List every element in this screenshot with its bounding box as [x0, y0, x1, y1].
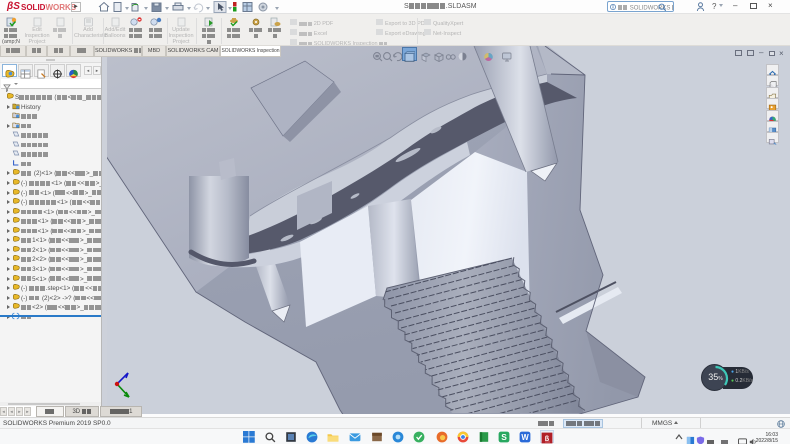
- svg-text:S: S: [501, 432, 507, 442]
- svg-text:W: W: [521, 433, 529, 442]
